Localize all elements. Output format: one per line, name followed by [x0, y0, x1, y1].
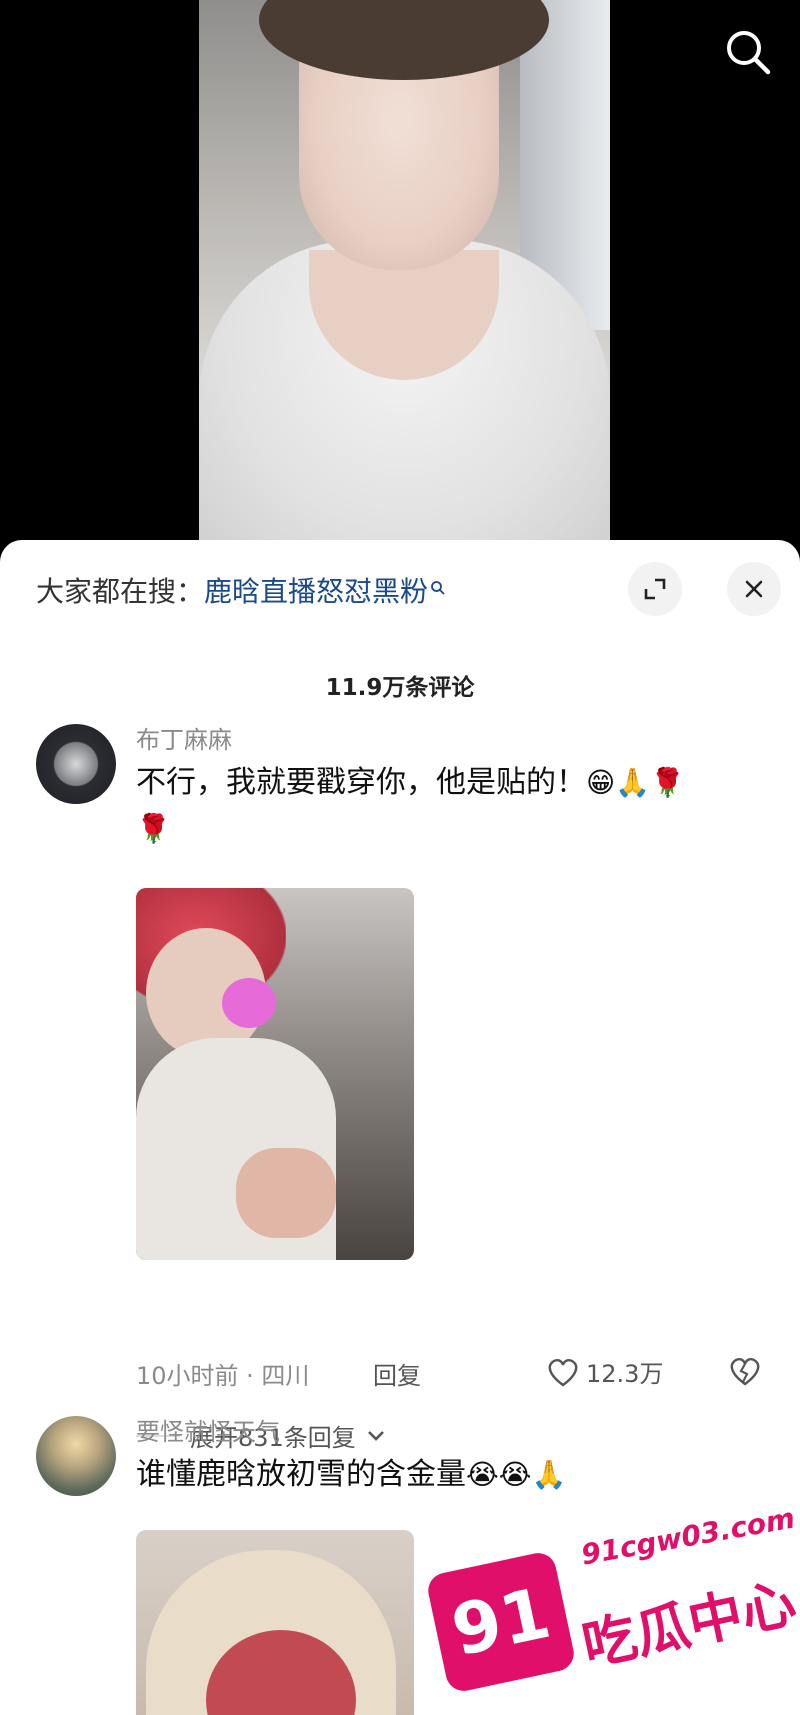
- watermark-badge: 91: [424, 1549, 578, 1695]
- comment-text-body: 不行，我就要戳穿你，他是贴的！: [136, 765, 586, 800]
- comment-username[interactable]: 要怪就怪天气: [136, 1412, 280, 1447]
- crying-emoji: 😭: [498, 1458, 532, 1491]
- watermark-name: 吃瓜中心: [576, 1571, 800, 1678]
- crying-emoji: 😭: [466, 1458, 499, 1491]
- pray-emoji: 🙏: [531, 1458, 567, 1491]
- small-search-icon: [430, 570, 446, 603]
- rose-emoji: 🌹: [650, 766, 685, 799]
- avatar[interactable]: [36, 1416, 116, 1496]
- comment-username[interactable]: 布丁麻麻: [136, 720, 232, 755]
- reply-button[interactable]: 回复: [373, 1356, 421, 1391]
- expand-icon[interactable]: [628, 562, 682, 616]
- comment-text-body: 谁懂鹿晗放初雪的含金量: [136, 1457, 466, 1492]
- suggestion-keyword[interactable]: 鹿晗直播怒怼黑粉: [204, 575, 428, 608]
- grin-emoji: 😁: [586, 766, 616, 799]
- like-count: 12.3万: [586, 1360, 664, 1388]
- comment-text: 谁懂鹿晗放初雪的含金量😭😭🙏: [136, 1452, 766, 1498]
- avatar[interactable]: [36, 724, 116, 804]
- dislike-icon[interactable]: [728, 1356, 762, 1390]
- suggestion-prefix: 大家都在搜：: [36, 575, 205, 608]
- comment-time-location: 10小时前 · 四川: [136, 1362, 310, 1390]
- pray-emoji: 🙏: [615, 766, 651, 799]
- search-icon[interactable]: [720, 24, 776, 80]
- video-player[interactable]: [0, 0, 800, 560]
- search-suggestion[interactable]: 大家都在搜：鹿晗直播怒怼黑粉: [36, 570, 446, 610]
- comment-image[interactable]: [136, 888, 414, 1260]
- chevron-down-icon: [367, 1430, 384, 1441]
- like-button[interactable]: 12.3万: [546, 1354, 663, 1389]
- comment-image[interactable]: [136, 1530, 414, 1715]
- close-icon[interactable]: [727, 562, 781, 616]
- watermark-url: 91cgw03.com: [578, 1501, 798, 1572]
- video-frame: [199, 0, 610, 560]
- rose-emoji: 🌹: [136, 812, 171, 845]
- watermark: 91 91cgw03.com 吃瓜中心: [424, 1500, 800, 1715]
- heart-icon: [548, 1358, 578, 1386]
- comments-count: 11.9万条评论: [325, 675, 475, 701]
- comment-text: 不行，我就要戳穿你，他是贴的！😁🙏🌹 🌹: [136, 760, 766, 852]
